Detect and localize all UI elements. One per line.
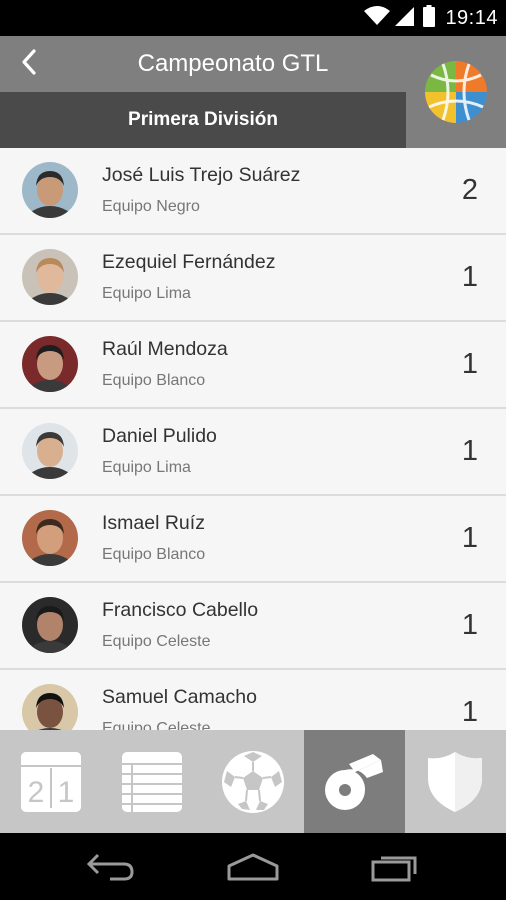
- avatar: [22, 597, 78, 653]
- home-icon: [227, 853, 279, 880]
- app-title: Campeonato GTL: [137, 50, 329, 77]
- system-nav-bar: [0, 833, 506, 900]
- nav-recents-button[interactable]: [360, 842, 430, 892]
- player-team: Equipo Celeste: [102, 720, 211, 730]
- goal-count: 1: [461, 435, 478, 467]
- tab-standings[interactable]: [101, 730, 202, 833]
- list-item[interactable]: Ismael Ruíz Equipo Blanco 1: [0, 496, 506, 583]
- status-time: 19:14: [445, 6, 498, 29]
- signal-icon: [395, 5, 415, 32]
- goal-count: 1: [461, 696, 478, 728]
- player-team: Equipo Blanco: [102, 546, 206, 563]
- player-team: Equipo Lima: [102, 285, 191, 302]
- player-name: Daniel Pulido: [102, 425, 217, 447]
- player-team: Equipo Negro: [102, 198, 200, 215]
- scorers-list[interactable]: José Luis Trejo Suárez Equipo Negro 2 Ezequ…: [0, 148, 506, 730]
- player-name: Ezequiel Fernández: [102, 251, 276, 273]
- list-item[interactable]: Daniel Pulido Equipo Lima 1: [0, 409, 506, 496]
- division-selector[interactable]: Primera División: [0, 92, 406, 148]
- ball-logo-icon: [425, 61, 487, 123]
- player-team: Equipo Celeste: [102, 633, 211, 650]
- back-button[interactable]: [0, 36, 58, 92]
- player-team: Equipo Blanco: [102, 372, 206, 389]
- player-name: Samuel Camacho: [102, 686, 257, 708]
- goal-count: 1: [461, 609, 478, 641]
- player-name: José Luis Trejo Suárez: [102, 164, 301, 186]
- svg-text:1: 1: [57, 776, 74, 809]
- tab-results[interactable]: 2 1: [0, 730, 101, 833]
- shield-icon: [428, 751, 483, 812]
- nav-back-button[interactable]: [76, 842, 146, 892]
- soccer-ball-icon: [221, 750, 284, 813]
- tab-matches[interactable]: [202, 730, 303, 833]
- player-name: Raúl Mendoza: [102, 338, 228, 360]
- list-item[interactable]: Raúl Mendoza Equipo Blanco 1: [0, 322, 506, 409]
- app-logo: [406, 36, 506, 148]
- standings-table-icon: [121, 751, 182, 812]
- whistle-icon: [325, 753, 384, 810]
- back-arrow-icon: [86, 853, 134, 880]
- avatar: [22, 423, 78, 479]
- division-label: Primera División: [128, 109, 278, 130]
- player-name: Francisco Cabello: [102, 599, 259, 621]
- player-team: Equipo Lima: [102, 459, 191, 476]
- avatar: [22, 510, 78, 566]
- battery-icon: [423, 4, 436, 32]
- avatar: [22, 336, 78, 392]
- list-item[interactable]: Francisco Cabello Equipo Celeste 1: [0, 583, 506, 670]
- status-bar: 19:14: [0, 0, 506, 36]
- list-item[interactable]: José Luis Trejo Suárez Equipo Negro 2: [0, 148, 506, 235]
- avatar: [22, 684, 78, 730]
- nav-home-button[interactable]: [218, 842, 288, 892]
- wifi-icon: [363, 5, 391, 32]
- player-name: Ismael Ruíz: [102, 512, 205, 534]
- tab-teams[interactable]: [405, 730, 506, 833]
- scoreboard-icon: 2 1: [20, 751, 81, 812]
- goal-count: 1: [461, 522, 478, 554]
- avatar: [22, 249, 78, 305]
- goal-count: 1: [461, 261, 478, 293]
- goal-count: 2: [461, 174, 478, 206]
- list-item[interactable]: Ezequiel Fernández Equipo Lima 1: [0, 235, 506, 322]
- tab-scorers[interactable]: [303, 730, 405, 833]
- avatar: [22, 162, 78, 218]
- bottom-tab-bar: 2 1: [0, 730, 506, 833]
- list-item[interactable]: Samuel Camacho Equipo Celeste 1: [0, 670, 506, 730]
- goal-count: 1: [461, 348, 478, 380]
- svg-text:2: 2: [27, 776, 44, 809]
- recents-icon: [371, 856, 417, 881]
- chevron-left-icon: [19, 48, 39, 81]
